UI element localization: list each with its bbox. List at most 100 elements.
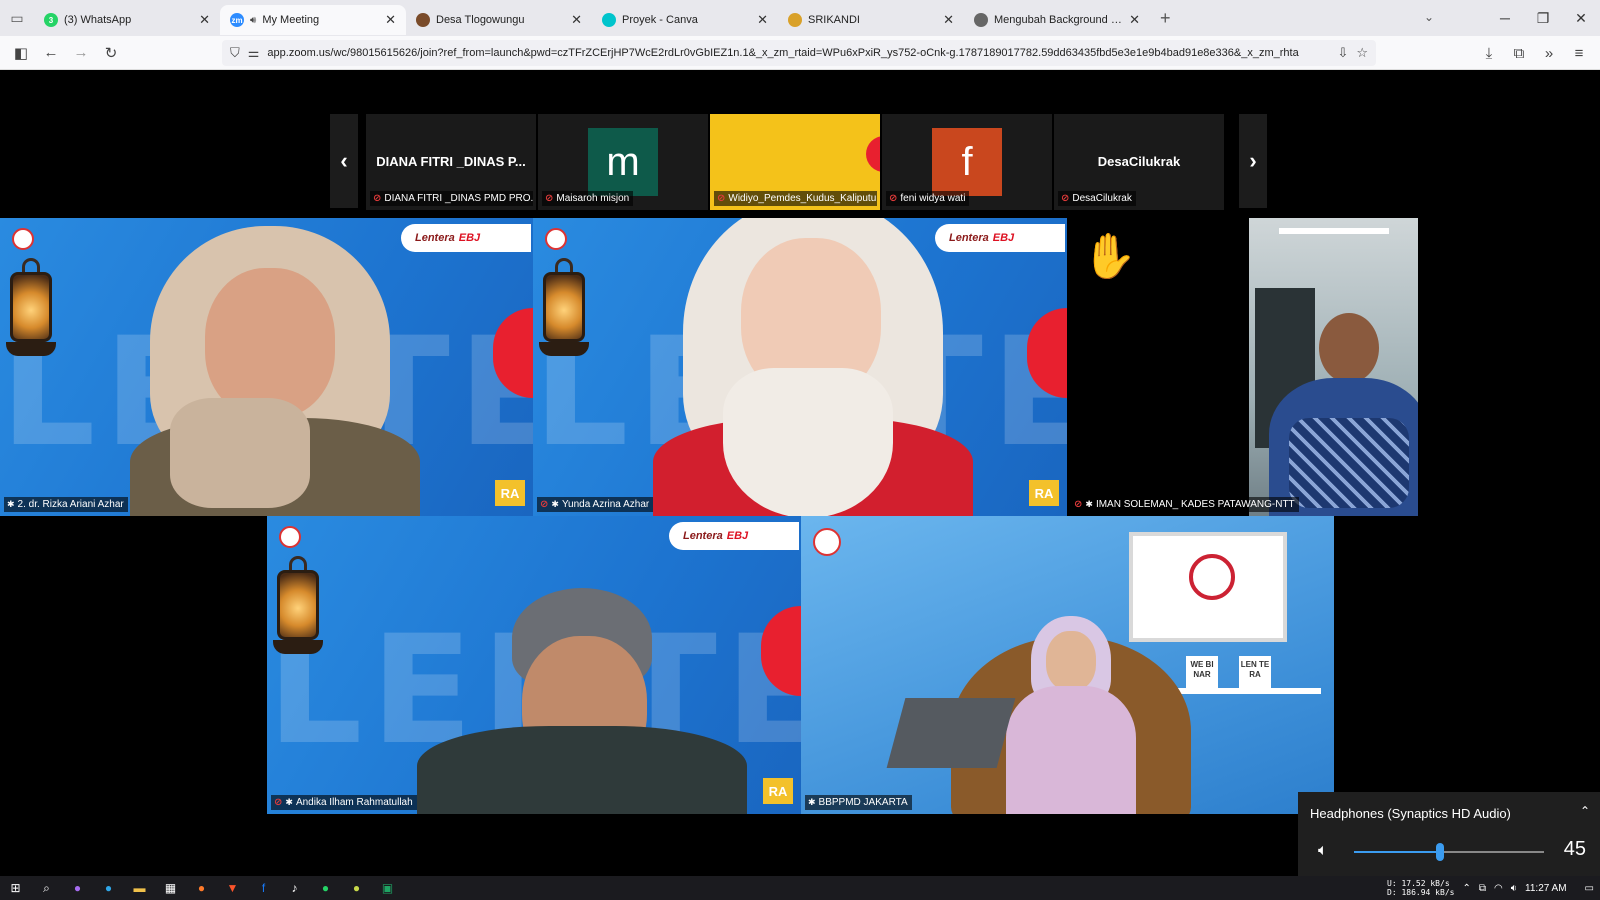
zoom-icon: zm	[230, 13, 244, 27]
participant-name-tag: ⊘ ✱ IMAN SOLEMAN_ KADES PATAWANG-NTT	[1071, 497, 1299, 512]
permissions-icon[interactable]: ⚌	[248, 45, 260, 61]
close-tab-icon[interactable]: ✕	[943, 13, 954, 27]
excel-icon[interactable]: ▣	[372, 876, 403, 900]
firefox-icon[interactable]: ●	[186, 876, 217, 900]
srikandi-icon	[788, 13, 802, 27]
volume-slider[interactable]	[1354, 843, 1544, 861]
more-tools-icon[interactable]: »	[1534, 38, 1564, 68]
strip-next-button[interactable]: ›	[1239, 114, 1267, 208]
search-icon[interactable]: ⌕	[31, 876, 62, 900]
tab-list-dropdown-icon[interactable]: ⌄	[1424, 10, 1434, 24]
back-button[interactable]: ←	[36, 38, 66, 68]
lentera-logo-badge: Lentera EBJ	[669, 522, 799, 550]
participant-name-tag: ✱ BBPPMD JAKARTA	[805, 795, 912, 810]
browser-tab[interactable]: 3 (3) WhatsApp ✕	[34, 5, 220, 35]
lantern-image	[539, 258, 589, 368]
mic-muted-icon: ⊘	[1074, 499, 1083, 510]
new-tab-button[interactable]: +	[1150, 8, 1181, 29]
globe-icon	[974, 13, 988, 27]
video-tile-andika[interactable]: LENTERA LenteraEBJ RA ⊘✱Andika Ilham Rah…	[267, 516, 801, 814]
participant-name: Maisaroh misjon	[556, 193, 630, 204]
participant-name-tag: ⊘ Widiyo_Pemdes_Kudus_Kaliputu	[714, 191, 878, 206]
minimize-button[interactable]: ─	[1486, 10, 1524, 26]
close-tab-icon[interactable]: ✕	[199, 13, 210, 27]
participant-thumbnail[interactable]: DesaCilukrak ⊘ DesaCilukrak	[1054, 114, 1224, 210]
close-tab-icon[interactable]: ✕	[757, 13, 768, 27]
video-tile-rizka[interactable]: LENTERA LenteraEBJ RA ✱2. dr. Rizka Aria…	[0, 218, 533, 516]
tab-list-icon[interactable]: ▭	[0, 0, 34, 36]
participant-thumbnail[interactable]: ⊘ Widiyo_Pemdes_Kudus_Kaliputu	[710, 114, 880, 210]
video-tile-bbppmd[interactable]: WE BI NAR LEN TE RA ✱ BBPPMD JAKARTA	[801, 516, 1334, 814]
tray-app-icon[interactable]: ⧉	[1479, 883, 1486, 894]
browser-tab-bar: ▭ 3 (3) WhatsApp ✕ zm 🔊︎ My Meeting ✕ Desa Tlog…	[0, 0, 1600, 36]
tiktok-icon[interactable]: ♪	[279, 876, 310, 900]
url-text[interactable]: app.zoom.us/wc/98015615626/join?ref_from…	[267, 47, 1329, 59]
install-app-icon[interactable]: ⇩	[1337, 45, 1348, 61]
tab-title: SRIKANDI	[808, 14, 860, 26]
participant-display-name: DesaCilukrak	[1097, 154, 1181, 169]
mic-muted-icon: ⊘	[373, 193, 382, 204]
participant-name: feni widya wati	[900, 193, 966, 204]
participant-thumbnail[interactable]: f ⊘ feni widya wati	[882, 114, 1052, 210]
network-speed: U: 17.52 kB/s D: 186.94 kB/s	[1387, 879, 1455, 897]
show-hidden-icons[interactable]: ⌃	[1462, 883, 1470, 894]
downloads-icon[interactable]: ⤓	[1474, 38, 1504, 68]
chevron-up-icon[interactable]: ⌃	[1580, 804, 1590, 818]
browser-tab[interactable]: Mengubah Background Zoom ✕	[964, 5, 1150, 35]
brave-icon[interactable]: ▼	[217, 876, 248, 900]
shield-icon[interactable]: ⛉	[230, 45, 240, 61]
participant-thumbnail[interactable]: DIANA FITRI _DINAS P... ⊘ DIANA FITRI _DIN…	[366, 114, 536, 210]
audio-device-label[interactable]: Headphones (Synaptics HD Audio)	[1310, 806, 1511, 821]
close-tab-icon[interactable]: ✕	[571, 13, 582, 27]
speaker-icon[interactable]: 🔈︎	[1318, 842, 1328, 860]
whatsapp-icon[interactable]: ●	[310, 876, 341, 900]
copilot-icon[interactable]: ●	[62, 876, 93, 900]
edge-icon[interactable]: ●	[93, 876, 124, 900]
participant-name-tag: ⊘ DesaCilukrak	[1058, 191, 1136, 206]
forward-button[interactable]: →	[66, 38, 96, 68]
kemendes-logo	[545, 228, 567, 250]
lentera-ra-badge: RA	[763, 778, 793, 804]
participant-video	[1249, 218, 1418, 516]
file-explorer-icon[interactable]: ▬	[124, 876, 155, 900]
lantern-image	[273, 556, 323, 666]
tab-audio-icon[interactable]: 🔊︎	[250, 15, 256, 26]
close-tab-icon[interactable]: ✕	[385, 13, 396, 27]
app-icon[interactable]: ●	[341, 876, 372, 900]
browser-tab[interactable]: Desa Tlogowungu ✕	[406, 5, 592, 35]
participant-name-tag: ⊘ ✱ Andika Ilham Rahmatullah	[271, 795, 417, 810]
store-icon[interactable]: ▦	[155, 876, 186, 900]
lentera-ra-badge: RA	[495, 480, 525, 506]
close-tab-icon[interactable]: ✕	[1129, 13, 1140, 27]
browser-tab[interactable]: Proyek - Canva ✕	[592, 5, 778, 35]
extensions-icon[interactable]: ⧉	[1504, 38, 1534, 68]
bookmark-star-icon[interactable]: ☆	[1356, 45, 1368, 61]
close-window-button[interactable]: ✕	[1562, 10, 1600, 27]
wifi-icon[interactable]: ◠	[1494, 883, 1503, 894]
browser-tab[interactable]: SRIKANDI ✕	[778, 5, 964, 35]
lentera-logo-badge: Lentera EBJ	[401, 224, 531, 252]
tab-title: (3) WhatsApp	[64, 14, 132, 26]
volume-slider-thumb[interactable]	[1435, 843, 1444, 861]
mic-muted-icon: ⊘	[717, 193, 726, 204]
menu-icon[interactable]: ≡	[1564, 38, 1594, 68]
browser-nav-bar: ◧ ← → ↻ ⛉ ⚌ app.zoom.us/wc/98015615626/j…	[0, 36, 1600, 70]
sidebar-toggle-icon[interactable]: ◧	[6, 38, 36, 68]
kemendes-logo	[813, 528, 841, 556]
reload-button[interactable]: ↻	[96, 38, 126, 68]
lentera-logo-badge: Lentera EBJ	[935, 224, 1065, 252]
clock[interactable]: 11:27 AM	[1525, 883, 1567, 894]
start-button[interactable]: ⊞	[0, 876, 31, 900]
tab-title: Proyek - Canva	[622, 14, 698, 26]
browser-tab[interactable]: zm 🔊︎ My Meeting ✕	[220, 5, 406, 35]
address-bar[interactable]: ⛉ ⚌ app.zoom.us/wc/98015615626/join?ref_…	[222, 40, 1376, 66]
strip-prev-button[interactable]: ‹	[330, 114, 358, 208]
volume-icon[interactable]: 🔉︎	[1511, 883, 1517, 894]
tab-title: Desa Tlogowungu	[436, 14, 525, 26]
notification-icon[interactable]: ▭	[1585, 883, 1594, 894]
restore-button[interactable]: ❐	[1524, 10, 1562, 27]
participant-name-tag: ⊘ Maisaroh misjon	[542, 191, 634, 206]
facebook-icon[interactable]: f	[248, 876, 279, 900]
video-tile-yunda[interactable]: LENTERA LenteraEBJ RA ⊘✱Yunda Azrina Azh…	[533, 218, 1067, 516]
participant-thumbnail[interactable]: m ⊘ Maisaroh misjon	[538, 114, 708, 210]
